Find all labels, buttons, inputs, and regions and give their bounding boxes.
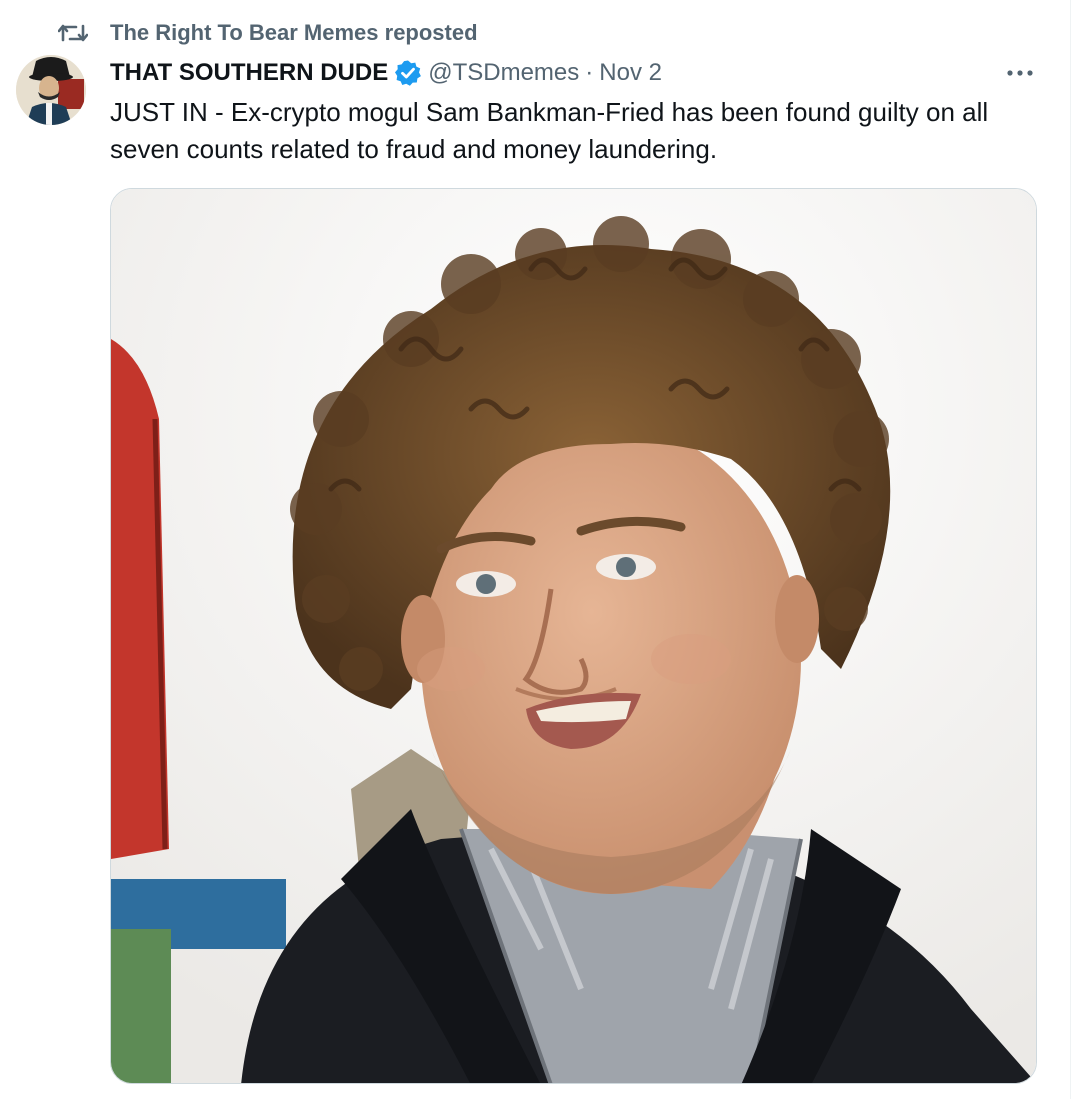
- separator-dot: ·: [585, 59, 594, 86]
- tweet-text: JUST IN - Ex-crypto mogul Sam Bankman-Fr…: [110, 97, 989, 164]
- author-handle[interactable]: @TSDmemes: [428, 59, 579, 87]
- repost-icon: [58, 21, 90, 45]
- author-avatar[interactable]: [16, 55, 86, 125]
- more-horizontal-icon: [1007, 70, 1033, 76]
- verified-badge-icon[interactable]: [394, 59, 422, 87]
- tweet-date[interactable]: Nov 2: [599, 59, 662, 87]
- repost-label[interactable]: The Right To Bear Memes reposted: [110, 20, 478, 46]
- tweet-card[interactable]: The Right To Bear Memes reposted THAT SO…: [0, 0, 1071, 1099]
- tweet-photo[interactable]: [110, 188, 1037, 1084]
- more-options-button[interactable]: [1000, 58, 1040, 88]
- author-display-name[interactable]: THAT SOUTHERN DUDE: [110, 59, 388, 87]
- tweet-header: THAT SOUTHERN DUDE @TSDmemes · Nov 2: [110, 56, 662, 90]
- repost-context[interactable]: The Right To Bear Memes reposted: [58, 18, 478, 48]
